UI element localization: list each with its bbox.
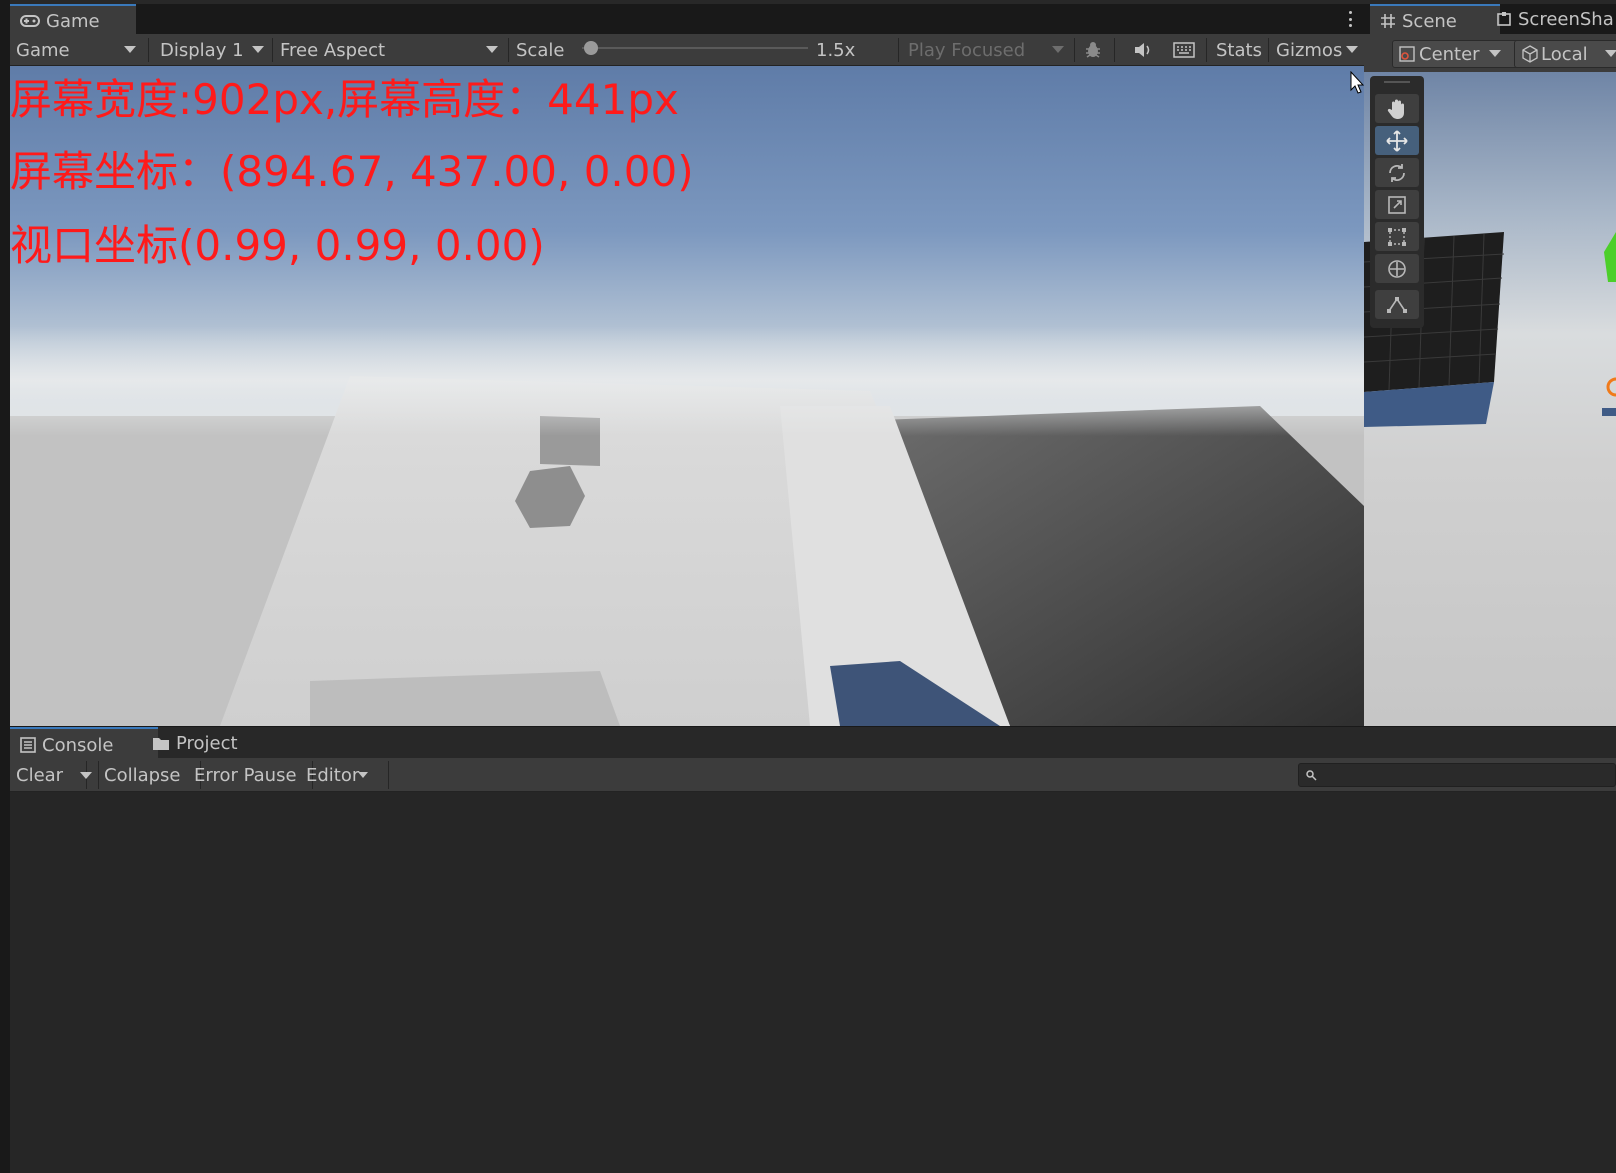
game-mode-label: Game	[16, 39, 70, 61]
folder-icon	[153, 737, 169, 750]
custom-editor-tool-icon	[1387, 296, 1407, 313]
move-icon	[1386, 129, 1408, 152]
scale-label: Scale	[516, 39, 565, 61]
overlay-viewport-coords: 视口坐标(0.99, 0.99, 0.00)	[10, 221, 545, 270]
play-mode-dropdown[interactable]: Play Focused	[902, 34, 1078, 66]
game-toolbar: Game Display 1 Free Aspect Scale 1.5x Pl…	[10, 34, 1364, 66]
overlay-screen-size: 屏幕宽度:902px,屏幕高度：441px	[10, 75, 679, 124]
space-label: Local	[1541, 43, 1588, 65]
scale-value: 1.5x	[816, 39, 856, 61]
collapse-button[interactable]: Collapse	[98, 761, 201, 789]
game-mode-dropdown[interactable]: Game	[10, 34, 150, 66]
chevron-down-icon	[252, 46, 264, 53]
drag-handle[interactable]	[1384, 81, 1410, 83]
game-viewport[interactable]: 屏幕宽度:902px,屏幕高度：441px 屏幕坐标：(894.67, 437.…	[10, 66, 1364, 726]
chevron-down-icon	[358, 772, 368, 778]
display-label: Display 1	[160, 39, 244, 61]
search-icon	[1306, 770, 1317, 781]
error-pause-button[interactable]: Error Pause	[188, 761, 313, 789]
tab-console[interactable]: Console	[10, 727, 158, 761]
tab-game-label: Game	[46, 10, 100, 32]
pivot-label: Center	[1419, 43, 1480, 65]
transform-tool-button[interactable]	[1375, 254, 1419, 283]
scene-toolbar: Center Local	[1364, 34, 1616, 72]
space-local-dropdown[interactable]: Local	[1514, 40, 1616, 68]
scene-tool-palette	[1370, 76, 1424, 328]
chevron-down-icon	[80, 772, 92, 779]
scale-slider-handle[interactable]	[584, 41, 598, 55]
tab-scene[interactable]: Scene	[1370, 4, 1500, 36]
gizmos-dropdown[interactable]: Gizmos	[1270, 34, 1368, 66]
audio-mute-icon[interactable]	[1126, 34, 1160, 66]
pivot-icon	[1399, 46, 1415, 62]
game-tab-bar: Game	[10, 4, 1364, 36]
aspect-label: Free Aspect	[280, 39, 386, 61]
chevron-down-icon	[1605, 50, 1616, 57]
editor-dropdown[interactable]: Editor	[300, 761, 389, 789]
custom-tool-button[interactable]	[1375, 290, 1419, 319]
chevron-down-icon	[1346, 46, 1358, 53]
rect-transform-icon	[1388, 227, 1406, 246]
rotate-tool-button[interactable]	[1375, 158, 1419, 187]
hand-icon	[1387, 99, 1404, 119]
tab-project[interactable]: Project	[142, 727, 272, 759]
gizmos-label: Gizmos	[1276, 39, 1343, 61]
console-tab-bar: Console Project	[10, 726, 1616, 761]
play-mode-label: Play Focused	[908, 39, 1026, 61]
keyboard-icon[interactable]	[1166, 34, 1202, 66]
more-options-icon[interactable]	[1342, 8, 1358, 30]
scale-slider[interactable]	[582, 47, 808, 49]
gamepad-icon	[20, 15, 40, 27]
tab-screenshot[interactable]: ScreenSha	[1486, 4, 1616, 34]
display-dropdown[interactable]: Display 1	[154, 34, 276, 66]
scale-tool-button[interactable]	[1375, 190, 1419, 219]
chevron-down-icon	[1489, 50, 1501, 57]
hand-tool-button[interactable]	[1375, 94, 1419, 123]
debug-icon[interactable]	[1076, 34, 1110, 66]
window-edge	[0, 0, 10, 1173]
grid-icon	[1381, 14, 1395, 28]
chevron-down-icon	[1052, 46, 1064, 53]
chevron-down-icon	[486, 46, 498, 53]
move-tool-button[interactable]	[1375, 126, 1419, 155]
console-icon	[20, 737, 36, 753]
tab-console-label: Console	[42, 734, 114, 756]
editor-label: Editor	[306, 764, 360, 786]
tab-scene-label: Scene	[1402, 10, 1457, 32]
console-search-input[interactable]	[1298, 763, 1616, 787]
clear-options-dropdown[interactable]	[74, 761, 99, 789]
package-icon	[1497, 12, 1511, 26]
tab-project-label: Project	[176, 732, 238, 754]
overlay-screen-coords: 屏幕坐标：(894.67, 437.00, 0.00)	[10, 147, 694, 196]
chevron-down-icon	[124, 46, 136, 53]
scale-icon	[1388, 195, 1406, 214]
mouse-cursor-icon	[1350, 71, 1364, 94]
tab-screenshot-label: ScreenSha	[1518, 8, 1614, 30]
transform-icon	[1388, 259, 1406, 278]
rotate-icon	[1389, 163, 1405, 182]
console-log-area[interactable]	[10, 792, 1616, 1173]
rect-tool-button[interactable]	[1375, 222, 1419, 251]
aspect-dropdown[interactable]: Free Aspect	[274, 34, 512, 66]
tab-game[interactable]: Game	[10, 4, 136, 36]
stats-button[interactable]: Stats	[1210, 34, 1272, 66]
scene-tab-bar: Scene ScreenSha	[1364, 4, 1616, 36]
cube-icon	[1522, 45, 1538, 63]
